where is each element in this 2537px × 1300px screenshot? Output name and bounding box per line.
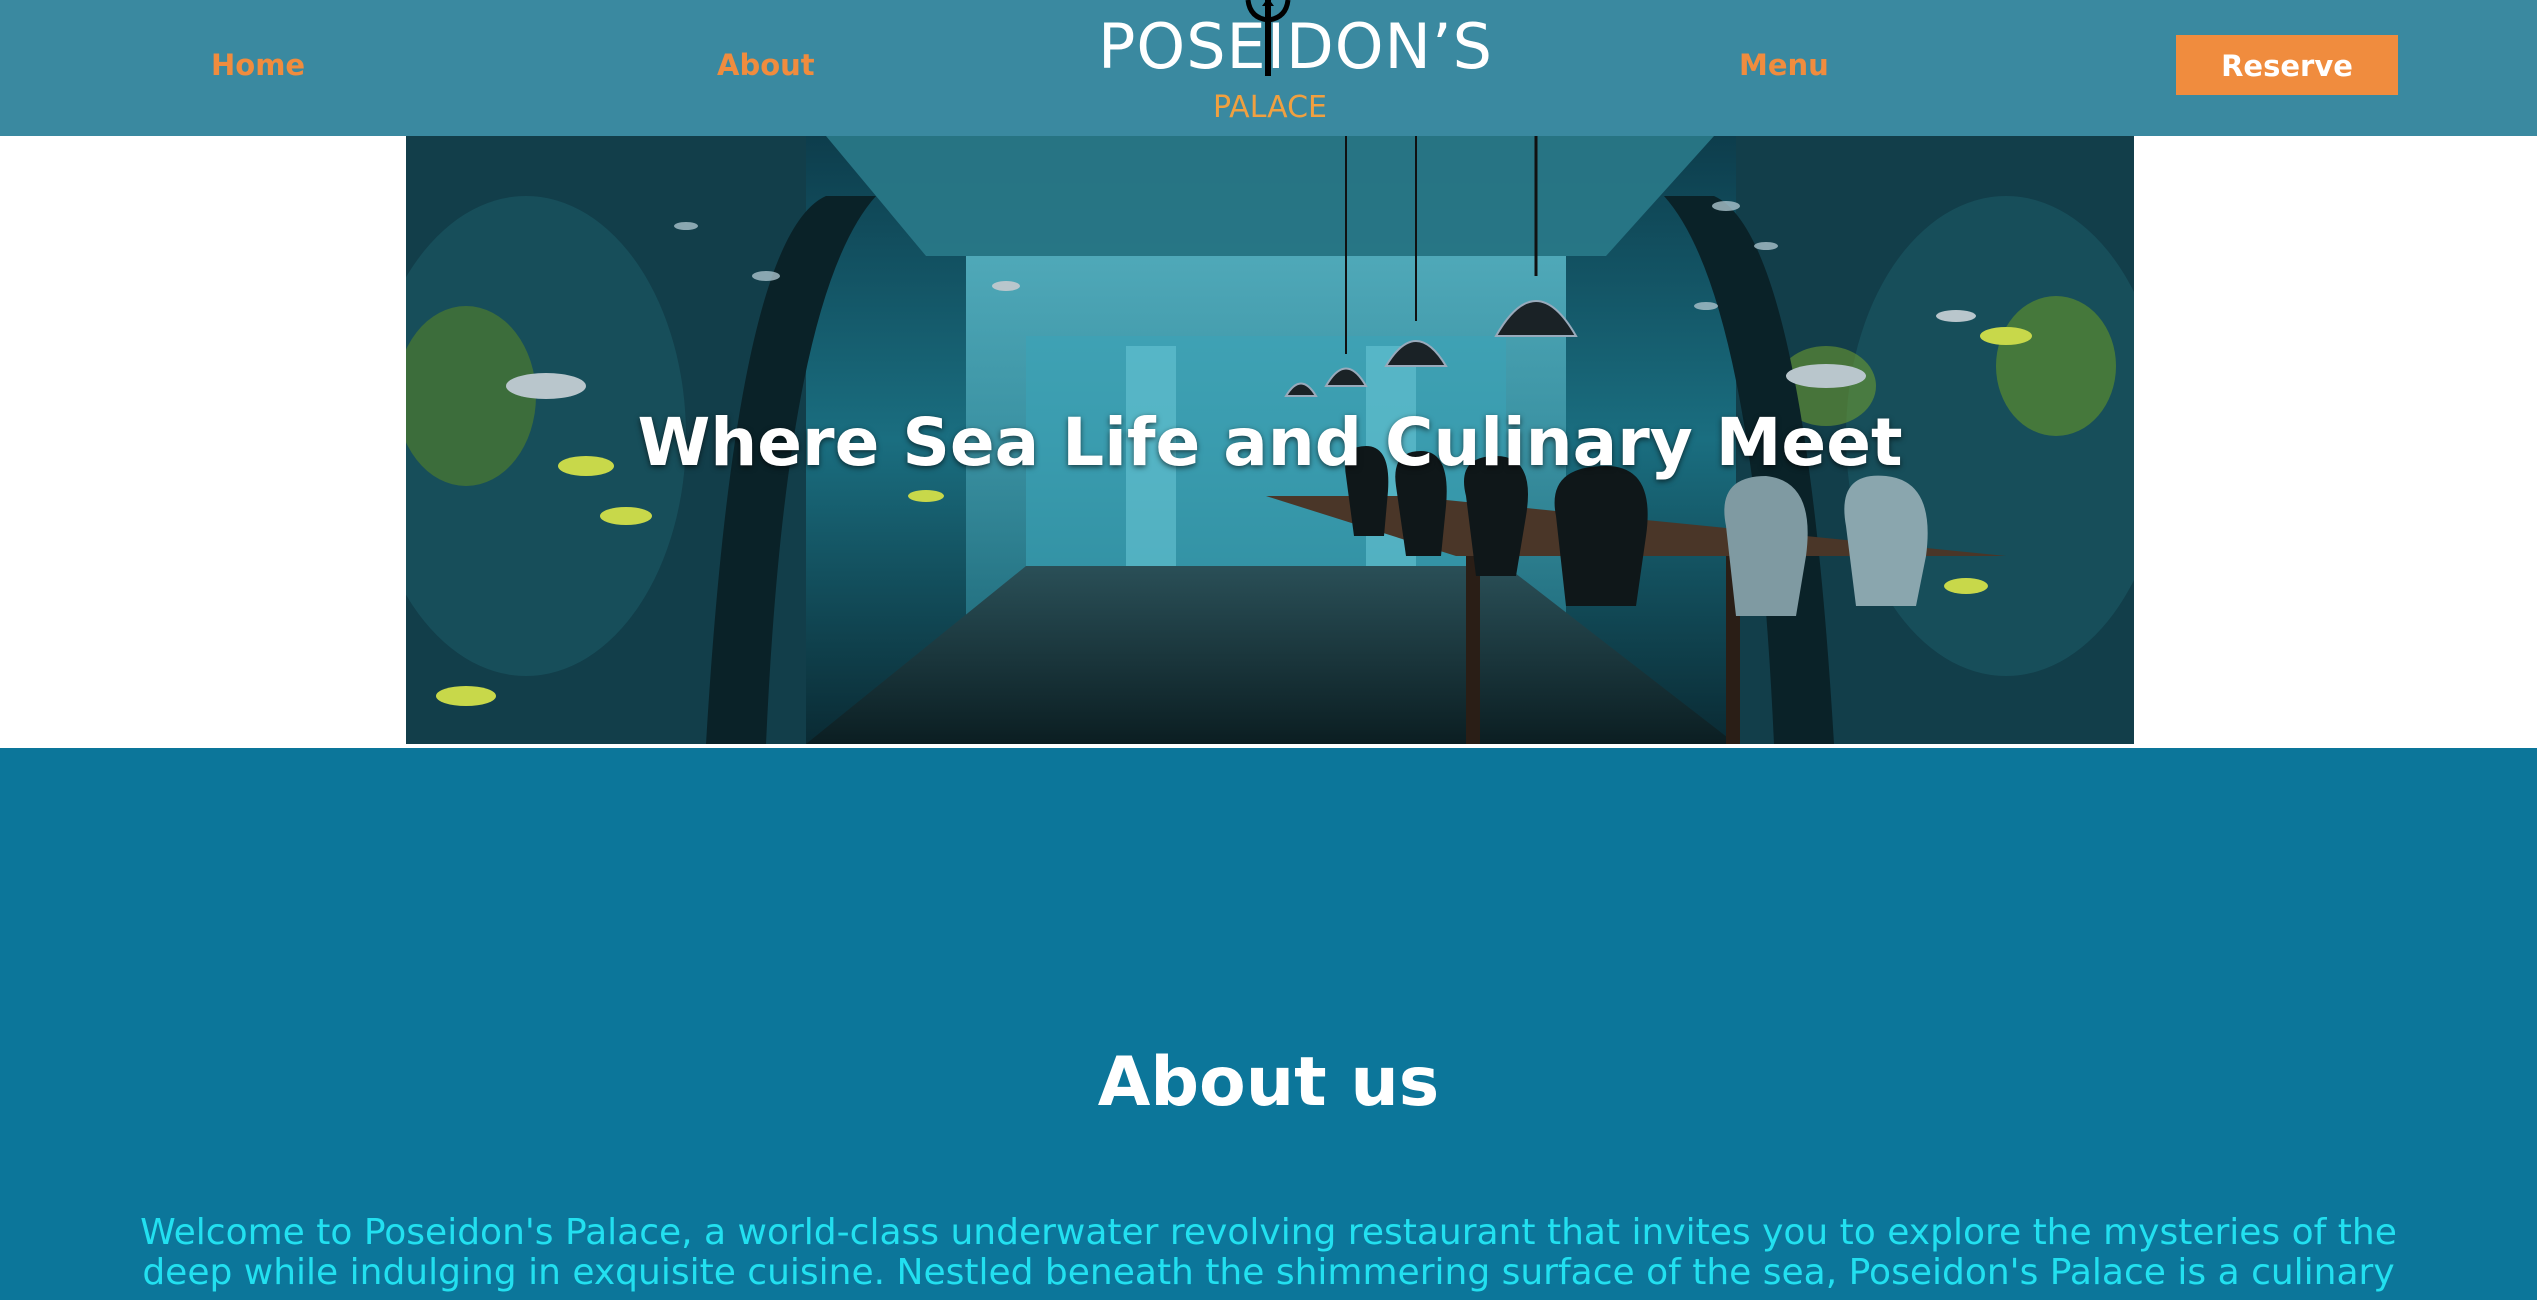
nav-link-about[interactable]: About bbox=[717, 45, 815, 85]
nav-link-menu[interactable]: Menu bbox=[1739, 45, 1829, 85]
logo-subtitle: PALACE bbox=[1213, 90, 1327, 125]
hero-title: Where Sea Life and Culinary Meet bbox=[637, 404, 1903, 481]
logo-title: POSEIDON’S bbox=[1098, 10, 1493, 83]
about-heading: About us bbox=[1097, 1043, 1440, 1122]
about-description: Welcome to Poseidon's Palace, a world-cl… bbox=[140, 1212, 2397, 1293]
hero-banner: Where Sea Life and Culinary Meet bbox=[406, 136, 2134, 744]
site-logo[interactable]: POSEIDON’S PALACE bbox=[1098, 0, 1493, 136]
top-navbar: Home About POSEIDON’S PALACE Menu Reserv… bbox=[0, 0, 2537, 136]
nav-link-home[interactable]: Home bbox=[211, 45, 305, 85]
reserve-button[interactable]: Reserve bbox=[2176, 35, 2398, 95]
about-section: About us Welcome to Poseidon's Palace, a… bbox=[0, 748, 2537, 1300]
